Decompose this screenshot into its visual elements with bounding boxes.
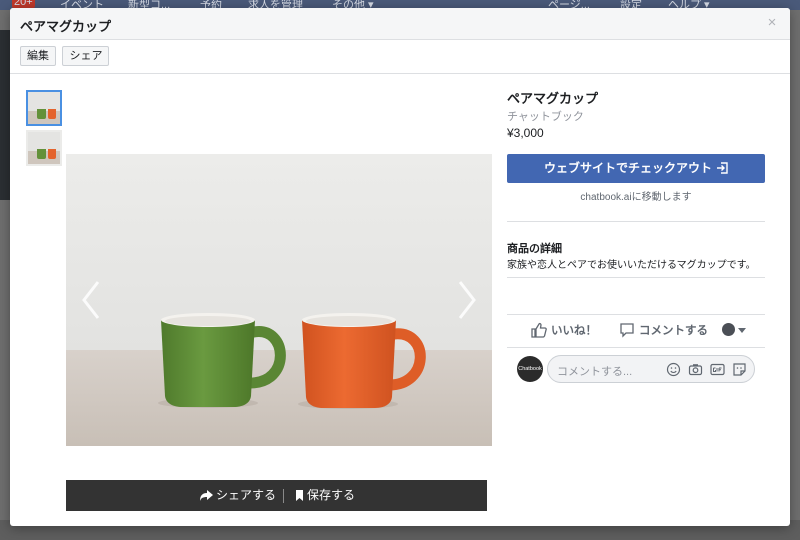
divider xyxy=(507,221,765,222)
gif-icon[interactable] xyxy=(710,362,725,377)
photo-action-bar: シェアする 保存する xyxy=(66,480,487,511)
share-photo-label: シェアする xyxy=(216,488,277,502)
modal-toolbar: 編集 シェア xyxy=(10,40,790,74)
checkout-button[interactable]: ウェブサイトでチェックアウト xyxy=(507,154,765,183)
divider xyxy=(507,277,765,278)
product-details-panel: ペアマグカップ チャットブック ¥3,000 ウェブサイトでチェックアウト ch… xyxy=(507,88,765,383)
product-image xyxy=(66,154,492,446)
camera-icon[interactable] xyxy=(688,362,703,377)
details-text: 家族や恋人とペアでお使いいただけるマグカップです。 xyxy=(507,260,756,271)
chevron-left-icon[interactable] xyxy=(76,278,106,322)
emoji-icon[interactable] xyxy=(666,362,681,377)
modal-title: ペアマグカップ xyxy=(20,19,112,34)
product-modal: ペアマグカップ × 編集 シェア シェアする 保存する ペアマグカップ チャット… xyxy=(10,8,790,526)
edit-button[interactable]: 編集 xyxy=(20,46,56,66)
comment-placeholder: コメントする... xyxy=(557,366,633,378)
thumbnail-1[interactable] xyxy=(26,90,62,126)
avatar: Chatbook xyxy=(517,356,543,382)
product-price: ¥3,000 xyxy=(507,126,544,140)
comment-label: コメントする xyxy=(639,325,708,337)
modal-header: ペアマグカップ × xyxy=(10,8,790,40)
avatar xyxy=(722,323,735,336)
thumbs-up-icon xyxy=(531,322,547,338)
like-label: いいね！ xyxy=(551,325,597,337)
like-button[interactable]: いいね！ xyxy=(531,315,597,347)
reaction-bar: いいね！ コメントする xyxy=(507,314,765,348)
chevron-right-icon[interactable] xyxy=(452,278,482,322)
save-label: 保存する xyxy=(307,488,356,502)
bookmark-icon xyxy=(296,490,303,501)
share-arrow-icon xyxy=(200,490,213,501)
checkout-label: ウェブサイトでチェックアウト xyxy=(543,161,712,175)
save-button[interactable]: 保存する xyxy=(295,480,355,511)
details-title: 商品の詳細 xyxy=(507,243,562,255)
redirect-note: chatbook.aiに移動します xyxy=(580,192,692,203)
product-name: ペアマグカップ xyxy=(507,91,599,106)
mugs-photo xyxy=(66,154,492,446)
sticker-icon[interactable] xyxy=(732,362,747,377)
thumbnail-2[interactable] xyxy=(26,130,62,166)
comment-icon xyxy=(620,323,634,338)
notification-badge: 20+ xyxy=(12,0,35,8)
close-icon[interactable]: × xyxy=(764,15,780,31)
seller-name[interactable]: チャットブック xyxy=(507,108,765,124)
reactor-selector[interactable] xyxy=(722,315,746,347)
background-cover xyxy=(0,30,10,200)
comment-input[interactable]: コメントする... xyxy=(547,355,755,383)
divider xyxy=(283,489,284,503)
comment-button[interactable]: コメントする xyxy=(619,315,708,347)
external-link-icon xyxy=(717,162,728,174)
share-button[interactable]: シェア xyxy=(62,46,110,66)
caret-down-icon xyxy=(738,328,746,333)
share-photo-button[interactable]: シェアする xyxy=(200,480,276,511)
